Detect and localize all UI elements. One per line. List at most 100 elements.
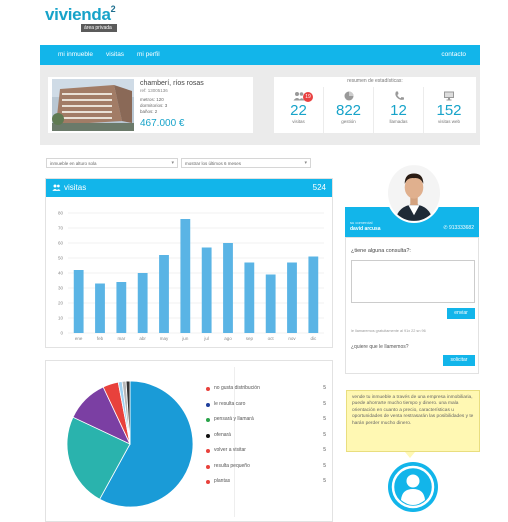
legend-count: 5 (323, 462, 326, 469)
x-tick-label: ene (75, 336, 83, 341)
bar-mar (116, 282, 127, 333)
brand-wordmark: vivienda2 (45, 4, 116, 24)
legend-item: le resulta caro 5 (206, 401, 326, 411)
y-tick-label: 60 (58, 241, 64, 246)
nav-item-contacto[interactable]: contacto (441, 51, 466, 58)
x-tick-label: may (160, 336, 169, 341)
visits-title: visitas (64, 183, 87, 192)
legend-item: no gusta distribución 5 (206, 385, 326, 395)
request-call-button[interactable]: solicitar (443, 355, 475, 366)
range-select[interactable]: mostrar los últimos 6 meses ▾ (181, 158, 311, 168)
stat-visitas[interactable]: 19 22 visitas (274, 87, 324, 133)
y-tick-label: 10 (58, 316, 64, 321)
tip-arrow (405, 452, 415, 458)
stat-visitas-badge: 19 (303, 92, 313, 102)
property-select-value: inmueble en alturo sola (50, 161, 97, 166)
bar-ago (223, 243, 233, 333)
legend-item: ofenará 5 (206, 432, 326, 442)
stats-title: resumen de estadísticas: (347, 78, 403, 84)
legend-label: ofenará (214, 431, 231, 438)
visits-panel: visitas 524 0 10 20 30 40 50 60 70 80 ene feb mar ab… (45, 178, 333, 348)
reasons-pie-chart (66, 380, 194, 508)
stat-gestion-value: 822 (335, 102, 362, 119)
x-tick-label: sep (246, 336, 254, 341)
stat-llamadas[interactable]: 12 llamadas (374, 87, 424, 133)
x-tick-label: mar (117, 336, 125, 341)
brand-logo[interactable]: vivienda2 área privada (45, 4, 117, 32)
phone-icon: ✆ (443, 225, 448, 231)
legend-dot (206, 480, 210, 484)
pie-chart-icon (344, 91, 353, 101)
stat-visitas-web-label: visitas web (437, 119, 460, 124)
legend-item: plantas 5 (206, 478, 326, 488)
bar-sep (244, 262, 255, 333)
range-select-value: mostrar los últimos 6 meses (185, 161, 242, 166)
bar-nov (287, 262, 297, 333)
property-name: chamberí, ríos rosas (140, 80, 204, 87)
stats-summary: resumen de estadísticas: 19 22 visitas 8… (274, 77, 476, 133)
legend-label: plantas (214, 478, 231, 484)
message-field[interactable] (351, 260, 475, 303)
tip-text: vende tu inmueble a través de una empres… (352, 395, 474, 426)
user-avatar-icon (391, 465, 435, 509)
property-price: 467.000 € (140, 118, 185, 129)
y-tick-label: 0 (60, 331, 63, 336)
legend-count: 5 (323, 478, 326, 484)
chevron-down-icon: ▾ (304, 160, 307, 166)
legend-label: pensará y llamará (214, 416, 254, 422)
property-ref: ref: 13005136 (140, 88, 168, 93)
monitor-icon (444, 91, 454, 101)
legend-label: le resulta caro (214, 400, 246, 407)
property-card[interactable]: chamberí, ríos rosas ref: 13005136 metro… (48, 77, 253, 133)
x-tick-label: feb (97, 336, 104, 341)
agent-phone[interactable]: ✆ 913333682 (443, 225, 474, 231)
stat-visitas-label: visitas (292, 119, 305, 124)
legend-item: volver a visitar 5 (206, 447, 326, 457)
agent-name: david arcusa (350, 226, 381, 232)
bar-jul (201, 247, 212, 333)
legend-dot (206, 402, 210, 407)
x-tick-label: jul (203, 336, 209, 341)
legend-label: no gusta distribución (214, 385, 260, 391)
legend-count: 5 (323, 400, 326, 407)
stat-gestion-label: gestión (341, 119, 356, 124)
nav-item-mi-perfil[interactable]: mi perfil (137, 51, 160, 58)
brand-subtitle: área privada (81, 24, 117, 32)
y-tick-label: 80 (58, 211, 64, 216)
contact-form: ¿tiene alguna consulta?: enviar le llama… (345, 237, 479, 374)
stat-llamadas-value: 12 (390, 102, 407, 119)
legend-label: volver a visitar (214, 447, 246, 453)
legend-dot (206, 464, 210, 469)
reasons-panel: no gusta distribución 5 le resulta caro 5 pe… (45, 360, 333, 522)
bar-feb (95, 283, 105, 333)
property-bathrooms: baños: 2 (140, 109, 158, 114)
property-photo (52, 79, 134, 131)
stat-visitas-value: 22 (290, 102, 307, 119)
property-select[interactable]: inmueble en alturo sola ▾ (46, 158, 178, 168)
legend-item: pensará y llamará 5 (206, 416, 326, 426)
y-tick-label: 20 (58, 301, 64, 306)
bar-ene (73, 270, 84, 333)
bar-dic (308, 256, 319, 333)
main-navbar: mi inmueble visitas mi perfil contacto (40, 45, 480, 65)
send-button[interactable]: enviar (447, 308, 475, 319)
y-tick-label: 30 (58, 286, 64, 291)
property-meters: metros: 120 (140, 97, 164, 102)
nav-item-mi-inmueble[interactable]: mi inmueble (58, 51, 93, 58)
stat-visitas-web[interactable]: 152 visitas web (424, 87, 474, 133)
stat-visitas-web-value: 152 (436, 102, 462, 119)
tip-bubble: vende tu inmueble a través de una empres… (346, 390, 480, 452)
x-tick-label: jun (181, 336, 189, 341)
x-tick-label: oct (268, 336, 275, 341)
agent-avatar (386, 163, 442, 223)
bar-oct (265, 274, 276, 333)
agent-label: su comercial (350, 220, 373, 225)
stat-gestion[interactable]: 822 gestión (324, 87, 374, 133)
summary-band: chamberí, ríos rosas ref: 13005136 metro… (40, 65, 480, 145)
call-question: ¿quiere que le llamemos? (351, 344, 409, 350)
legend-count: 5 (323, 431, 326, 438)
legend-dot (206, 449, 210, 453)
agent-portrait (388, 165, 440, 221)
assistant-avatar[interactable] (388, 462, 438, 512)
nav-item-visitas[interactable]: visitas (106, 51, 124, 58)
